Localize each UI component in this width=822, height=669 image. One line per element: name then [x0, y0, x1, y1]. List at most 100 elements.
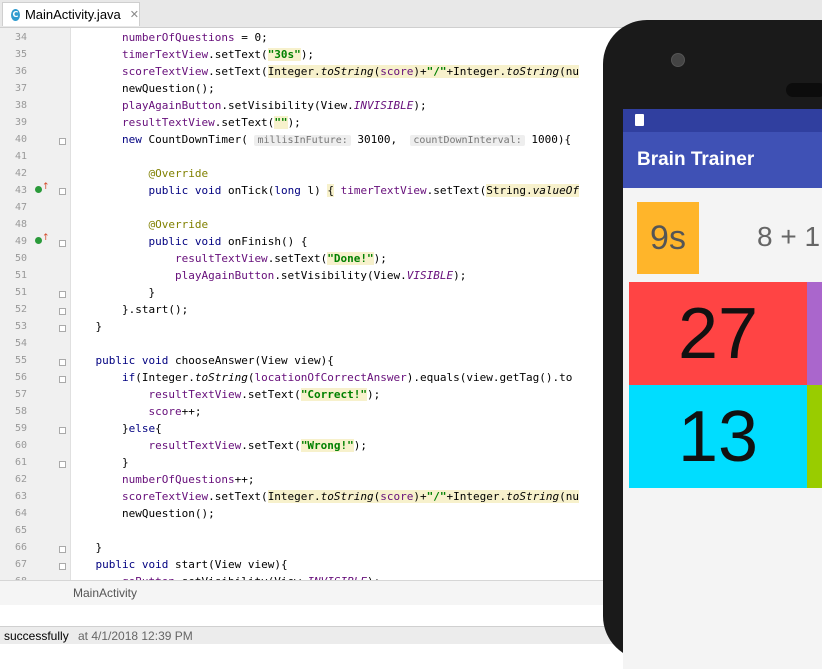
code-text: if(Integer.toString(locationOfCorrectAns… [69, 369, 572, 386]
code-token: resultTextView [148, 388, 242, 401]
code-token: valueOf [532, 184, 579, 197]
line-number: 65 [14, 525, 27, 536]
code-text: } [69, 454, 129, 471]
code-token: .setVisibility(View. [221, 99, 354, 112]
fold-marker-icon[interactable] [59, 546, 66, 553]
line-number: 63 [14, 491, 27, 502]
code-token: .setText( [208, 490, 268, 503]
code-token: { [327, 184, 334, 197]
fold-marker-icon[interactable] [59, 308, 66, 315]
line-number: 55 [14, 355, 27, 366]
line-number: 56 [14, 372, 27, 383]
emulator-device-frame: Brain Trainer 9s 8 + 1 27 13 [603, 20, 822, 669]
line-number: 37 [14, 83, 27, 94]
breadcrumb-item[interactable]: MainActivity [73, 586, 137, 600]
line-number: 52 [14, 304, 27, 315]
fold-marker-icon[interactable] [59, 461, 66, 468]
fold-marker-icon[interactable] [59, 188, 66, 195]
code-token: toString [506, 490, 560, 503]
line-number: 51 [14, 287, 27, 298]
code-token: .setVisibility(View. [274, 269, 407, 282]
code-token: newQuestion(); [69, 82, 215, 95]
code-text: } [69, 539, 102, 556]
fold-marker-icon[interactable] [59, 240, 66, 247]
code-token: ); [453, 269, 467, 282]
code-token: playAgainButton [69, 99, 222, 112]
code-text: @Override [69, 216, 208, 233]
code-token: resultTextView [148, 439, 242, 452]
code-token: public void [95, 558, 169, 571]
fold-marker-icon[interactable] [59, 359, 66, 366]
code-text: } [69, 318, 102, 335]
line-number: 47 [14, 202, 27, 213]
code-token: ++; [234, 473, 255, 486]
code-token: .setText( [241, 388, 301, 401]
tab-label: MainActivity.java [24, 7, 121, 22]
line-number: 67 [14, 559, 27, 570]
code-token: }.start(); [69, 303, 189, 316]
code-text: numberOfQuestions++; [69, 471, 254, 488]
line-number: 38 [14, 100, 27, 111]
code-text: public void start(View view){ [69, 556, 288, 573]
code-token: ); [300, 48, 315, 61]
code-text: public void onTick(long l) { timerTextVi… [69, 182, 579, 199]
timer-text: 9s [637, 202, 699, 274]
code-token: .setText( [241, 439, 301, 452]
code-token: score [148, 405, 182, 418]
fold-marker-icon[interactable] [59, 325, 66, 332]
code-token: "/" [426, 490, 447, 503]
code-token: toString [506, 65, 560, 78]
code-token: scoreTextView [121, 490, 209, 503]
answer-button-1[interactable]: 27 [629, 282, 807, 385]
code-token: ); [413, 99, 427, 112]
code-text: }.start(); [69, 301, 188, 318]
question-text: 8 + 1 [757, 221, 821, 252]
code-token: numberOfQuestions [69, 31, 235, 44]
fold-marker-icon[interactable] [59, 427, 66, 434]
fold-marker-icon[interactable] [59, 376, 66, 383]
override-marker-icon[interactable] [35, 237, 42, 244]
tab-main-activity-java[interactable]: C MainActivity.java ✕ [2, 2, 140, 26]
answer-button-4[interactable] [807, 385, 822, 488]
code-token: "" [274, 116, 288, 129]
code-token: ++; [181, 405, 202, 418]
line-number: 50 [14, 253, 27, 264]
line-number: 60 [14, 440, 27, 451]
code-token: } [69, 456, 129, 469]
code-token: countDownInterval: [410, 135, 525, 146]
line-number: 51 [14, 270, 27, 281]
answer-button-3[interactable]: 13 [629, 385, 807, 488]
code-token: ); [287, 116, 301, 129]
code-token: newQuestion(); [69, 507, 215, 520]
code-token: (nu [559, 65, 579, 78]
code-text: new CountDownTimer( millisInFuture: 3010… [69, 131, 571, 149]
code-text: public void chooseAnswer(View view){ [69, 352, 334, 369]
answer-button-2[interactable] [807, 282, 822, 385]
code-token: score [380, 65, 414, 78]
code-text: score++; [69, 403, 201, 420]
fold-marker-icon[interactable] [59, 563, 66, 570]
code-token: 30100, [350, 133, 411, 146]
override-marker-icon[interactable] [35, 186, 42, 193]
line-number: 43 [14, 185, 27, 196]
close-icon[interactable]: ✕ [130, 8, 139, 21]
code-token: @Override [148, 167, 209, 180]
line-number: 40 [14, 134, 27, 145]
code-token: } [69, 541, 103, 554]
emulator-screen[interactable]: Brain Trainer 9s 8 + 1 27 13 [623, 109, 822, 669]
line-number: 53 [14, 321, 27, 332]
sd-card-icon [635, 114, 644, 126]
code-token: +Integer. [446, 65, 507, 78]
line-number: 61 [14, 457, 27, 468]
code-token: new [121, 133, 142, 146]
code-token: "30s" [267, 48, 301, 61]
line-number: 57 [14, 389, 27, 400]
fold-marker-icon[interactable] [59, 138, 66, 145]
fold-marker-icon[interactable] [59, 291, 66, 298]
code-token: millisInFuture: [254, 135, 351, 146]
